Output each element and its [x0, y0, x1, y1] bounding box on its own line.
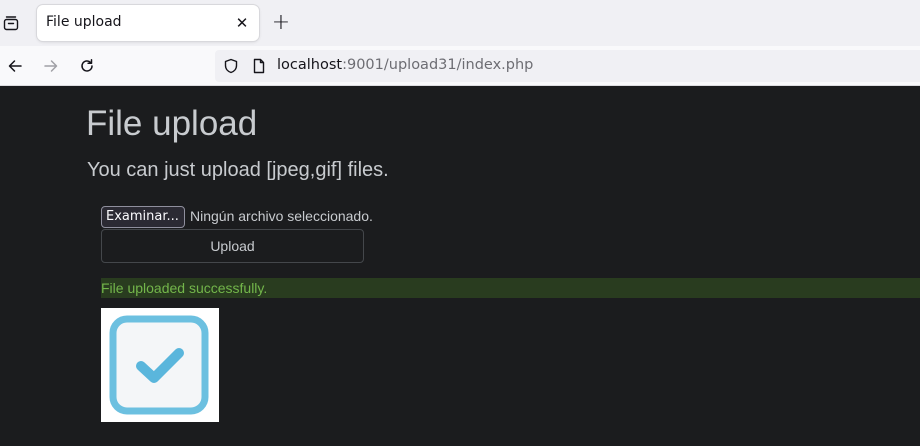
plus-icon[interactable]: +	[270, 12, 292, 34]
forward-icon[interactable]	[39, 54, 63, 78]
checkbox-checked-icon	[109, 315, 209, 415]
url-host: localhost	[277, 57, 343, 73]
page-icon[interactable]	[251, 58, 267, 74]
url-bar[interactable]: localhost:9001/upload31/index.php	[215, 50, 920, 82]
page-content: File upload You can just upload [jpeg,gi…	[0, 86, 920, 446]
browse-button[interactable]: Examinar...	[101, 206, 185, 228]
page-title: File upload	[86, 104, 258, 143]
tab-file-upload[interactable]: File upload ✕	[37, 5, 259, 41]
upload-button[interactable]: Upload	[101, 229, 364, 263]
tab-title: File upload	[46, 14, 122, 30]
close-icon[interactable]: ✕	[231, 12, 253, 34]
tab-bar: File upload ✕ +	[0, 0, 920, 46]
tab-list-icon[interactable]	[0, 12, 22, 34]
success-alert: File uploaded successfully.	[101, 278, 920, 298]
file-status: Ningún archivo seleccionado.	[190, 208, 373, 224]
url-text[interactable]: localhost:9001/upload31/index.php	[277, 57, 533, 73]
uploaded-image	[101, 308, 219, 422]
back-icon[interactable]	[3, 54, 27, 78]
url-path: :9001/upload31/index.php	[342, 57, 534, 73]
reload-icon[interactable]	[75, 54, 99, 78]
navigation-bar: localhost:9001/upload31/index.php	[0, 46, 920, 86]
page-subtitle: You can just upload [jpeg,gif] files.	[87, 159, 389, 181]
shield-icon[interactable]	[223, 58, 239, 74]
